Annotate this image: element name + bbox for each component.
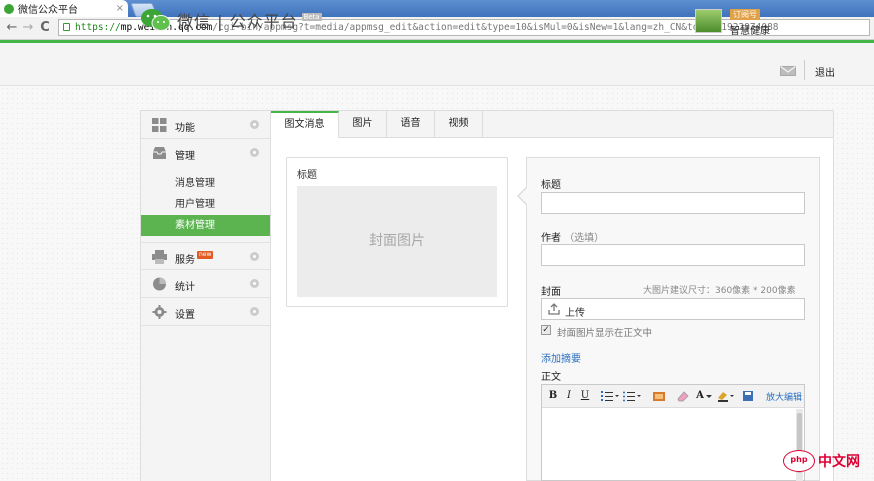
tab-image[interactable]: 图片 [339, 111, 387, 137]
tab-voice[interactable]: 语音 [387, 111, 435, 137]
account-type-badge: 订阅号 [730, 9, 760, 20]
font-color-button[interactable]: A [694, 389, 706, 403]
edit-panel-pointer-inner [519, 187, 528, 205]
sidebar: 功能 管理 消息管理 用户管理 素材管理 服务new 统计 设置 [140, 110, 271, 481]
wechat-logo-icon [141, 9, 171, 31]
url-scheme: https:// [75, 22, 121, 33]
sidebar-item-statistics[interactable]: 统计 [141, 270, 270, 298]
wechat-favicon-icon [4, 3, 14, 14]
expand-icon[interactable] [250, 307, 259, 316]
beta-badge: Beta [301, 13, 322, 21]
sidebar-item-settings[interactable]: 设置 [141, 298, 270, 326]
body-label: 正文 [541, 372, 561, 383]
sidebar-item-services-label: 服务 [175, 255, 195, 266]
bold-button[interactable]: B [546, 389, 560, 403]
expand-icon[interactable] [250, 148, 259, 157]
title-label: 标题 [541, 180, 561, 191]
tab-close-icon[interactable]: × [116, 3, 124, 14]
enlarge-editor-link[interactable]: 放大编辑 [766, 390, 802, 403]
save-disk-icon[interactable] [742, 389, 754, 403]
sidebar-subitem-materials[interactable]: 素材管理 [141, 215, 270, 236]
material-tabs: 图文消息 图片 语音 视频 [271, 111, 833, 138]
upload-button[interactable]: 上传 [541, 298, 805, 320]
sidebar-item-label: 统计 [175, 282, 195, 293]
wechat-logo[interactable]: 微信 | 公众平台 Beta [140, 7, 322, 33]
highlight-color-icon[interactable] [716, 389, 736, 403]
mail-icon[interactable] [780, 66, 796, 76]
inbox-icon [153, 147, 166, 159]
title-input[interactable] [541, 192, 805, 214]
expand-icon[interactable] [250, 279, 259, 288]
avatar[interactable] [695, 9, 722, 33]
sidebar-item-label: 设置 [175, 310, 195, 321]
add-summary-link[interactable]: 添加摘要 [541, 350, 581, 365]
preview-title: 标题 [297, 170, 317, 181]
sidebar-item-services[interactable]: 服务new [141, 242, 270, 270]
expand-icon[interactable] [250, 120, 259, 129]
pie-chart-icon [153, 277, 166, 291]
tab-news[interactable]: 图文消息 [271, 111, 339, 138]
gear-icon [152, 305, 167, 319]
sidebar-subitem-users[interactable]: 用户管理 [141, 194, 270, 215]
sidebar-item-label: 管理 [175, 151, 195, 162]
sidebar-subitem-messages[interactable]: 消息管理 [141, 173, 270, 194]
lock-icon [63, 23, 70, 31]
sidebar-item-label: 功能 [175, 123, 195, 134]
eraser-icon[interactable] [676, 389, 690, 403]
article-preview-card: 标题 封面图片 [286, 157, 508, 307]
logout-link[interactable]: 退出 [815, 64, 835, 79]
account-name: 智慧健康 [730, 26, 770, 37]
watermark-logo: php [783, 450, 815, 472]
author-label: 作者 （选填） [541, 229, 604, 244]
grid-icon [152, 118, 167, 132]
upload-icon [548, 303, 560, 315]
expand-icon[interactable] [250, 252, 259, 261]
insert-image-icon[interactable] [652, 389, 666, 403]
chevron-down-icon[interactable] [706, 389, 712, 403]
site-header [0, 43, 874, 86]
forward-arrow-icon[interactable]: → [20, 20, 36, 36]
underline-button[interactable]: U [578, 389, 592, 403]
upload-label: 上传 [565, 308, 585, 319]
reload-icon[interactable]: C [37, 20, 53, 36]
site-watermark: php 中文网 [783, 450, 860, 472]
cover-size-hint: 大图片建议尺寸：360像素 * 200像素 [643, 286, 796, 296]
site-title: 微信 | 公众平台 [177, 12, 298, 31]
cover-label: 封面 [541, 287, 561, 298]
author-input[interactable] [541, 244, 805, 266]
ordered-list-icon[interactable] [600, 389, 620, 403]
tab-video[interactable]: 视频 [435, 111, 483, 137]
author-label-text: 作者 [541, 233, 561, 244]
editor-toolbar: B I U A 放大编辑 [542, 385, 804, 408]
browser-tab[interactable]: 微信公众平台 × [0, 0, 128, 17]
browser-tab-title: 微信公众平台 [18, 5, 78, 16]
show-cover-checkbox[interactable]: ✓ [541, 325, 551, 335]
italic-button[interactable]: I [562, 389, 576, 403]
printer-icon [152, 250, 167, 264]
watermark-text: 中文网 [818, 454, 860, 470]
back-arrow-icon[interactable]: ← [4, 20, 20, 36]
sidebar-item-management[interactable]: 管理 [141, 139, 270, 167]
show-cover-label: 封面图片显示在正文中 [557, 328, 653, 339]
sidebar-item-label: 服务new [175, 251, 214, 266]
cover-image-placeholder: 封面图片 [297, 186, 497, 297]
header-divider [804, 60, 805, 80]
sidebar-item-features[interactable]: 功能 [141, 111, 270, 139]
author-hint: （选填） [564, 233, 605, 244]
new-badge: new [197, 251, 214, 259]
unordered-list-icon[interactable] [622, 389, 642, 403]
rich-text-editor[interactable]: B I U A 放大编辑 [541, 384, 805, 481]
